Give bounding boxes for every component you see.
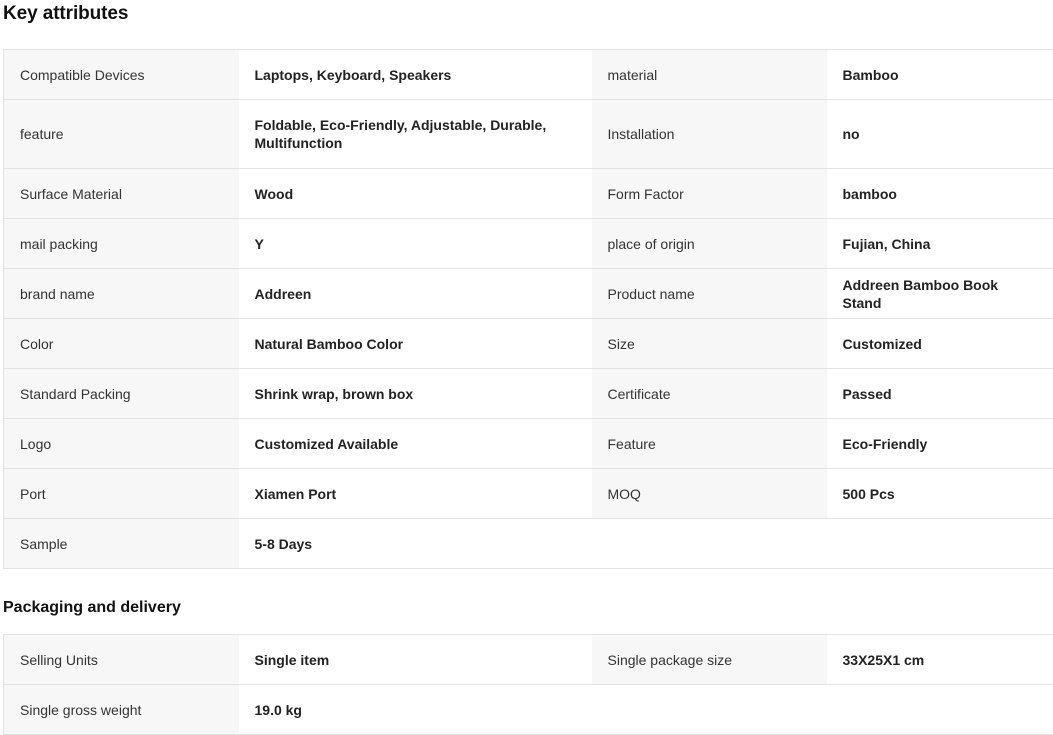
attribute-value: Single item xyxy=(239,635,592,685)
key-attributes-table: Compatible Devices Laptops, Keyboard, Sp… xyxy=(3,49,1053,569)
attribute-value: Wood xyxy=(239,169,592,219)
attribute-label: Sample xyxy=(4,519,239,569)
attribute-value: Shrink wrap, brown box xyxy=(239,369,592,419)
attribute-value: Fujian, China xyxy=(827,219,1053,269)
table-row: feature Foldable, Eco-Friendly, Adjustab… xyxy=(4,100,1053,169)
attribute-value: 500 Pcs xyxy=(827,469,1053,519)
attribute-label: Certificate xyxy=(592,369,827,419)
attribute-label: Logo xyxy=(4,419,239,469)
attribute-value: Bamboo xyxy=(827,50,1053,100)
attribute-value: Addreen Bamboo Book Stand xyxy=(827,269,1053,319)
table-row: Single gross weight 19.0 kg xyxy=(4,685,1053,735)
table-row: mail packing Y place of origin Fujian, C… xyxy=(4,219,1053,269)
attribute-label: Single gross weight xyxy=(4,685,239,735)
attribute-value: Addreen xyxy=(239,269,592,319)
attribute-value: 19.0 kg xyxy=(239,685,592,735)
attribute-label: Single package size xyxy=(592,635,827,685)
empty-cell xyxy=(592,685,1053,735)
attribute-value: Natural Bamboo Color xyxy=(239,319,592,369)
attribute-value: 33X25X1 cm xyxy=(827,635,1053,685)
table-row: brand name Addreen Product name Addreen … xyxy=(4,269,1053,319)
attribute-value: Xiamen Port xyxy=(239,469,592,519)
attribute-label: Feature xyxy=(592,419,827,469)
attribute-label: Size xyxy=(592,319,827,369)
packaging-table: Selling Units Single item Single package… xyxy=(3,634,1053,735)
attribute-label: Standard Packing xyxy=(4,369,239,419)
attribute-label: Selling Units xyxy=(4,635,239,685)
attribute-label: Compatible Devices xyxy=(4,50,239,100)
attribute-value: Customized xyxy=(827,319,1053,369)
attribute-value: no xyxy=(827,100,1053,169)
attribute-label: Product name xyxy=(592,269,827,319)
attribute-label: Form Factor xyxy=(592,169,827,219)
table-row: Sample 5-8 Days xyxy=(4,519,1053,569)
packaging-heading: Packaging and delivery xyxy=(3,599,181,617)
table-row: Compatible Devices Laptops, Keyboard, Sp… xyxy=(4,50,1053,100)
table-row: Standard Packing Shrink wrap, brown box … xyxy=(4,369,1053,419)
attribute-label: material xyxy=(592,50,827,100)
attribute-label: place of origin xyxy=(592,219,827,269)
empty-cell xyxy=(592,519,1053,569)
attribute-value: bamboo xyxy=(827,169,1053,219)
table-row: Logo Customized Available Feature Eco-Fr… xyxy=(4,419,1053,469)
table-row: Surface Material Wood Form Factor bamboo xyxy=(4,169,1053,219)
attribute-value: 5-8 Days xyxy=(239,519,592,569)
attribute-value: Eco-Friendly xyxy=(827,419,1053,469)
key-attributes-heading: Key attributes xyxy=(3,3,128,25)
table-row: Color Natural Bamboo Color Size Customiz… xyxy=(4,319,1053,369)
attribute-label: brand name xyxy=(4,269,239,319)
attribute-value: Laptops, Keyboard, Speakers xyxy=(239,50,592,100)
table-row: Selling Units Single item Single package… xyxy=(4,635,1053,685)
attribute-label: Port xyxy=(4,469,239,519)
attribute-value: Passed xyxy=(827,369,1053,419)
attribute-label: Installation xyxy=(592,100,827,169)
attribute-value: Customized Available xyxy=(239,419,592,469)
attribute-value: Foldable, Eco-Friendly, Adjustable, Dura… xyxy=(239,100,592,169)
table-row: Port Xiamen Port MOQ 500 Pcs xyxy=(4,469,1053,519)
attribute-label: Surface Material xyxy=(4,169,239,219)
attribute-label: feature xyxy=(4,100,239,169)
attribute-value: Y xyxy=(239,219,592,269)
attribute-label: MOQ xyxy=(592,469,827,519)
attribute-label: Color xyxy=(4,319,239,369)
attribute-label: mail packing xyxy=(4,219,239,269)
